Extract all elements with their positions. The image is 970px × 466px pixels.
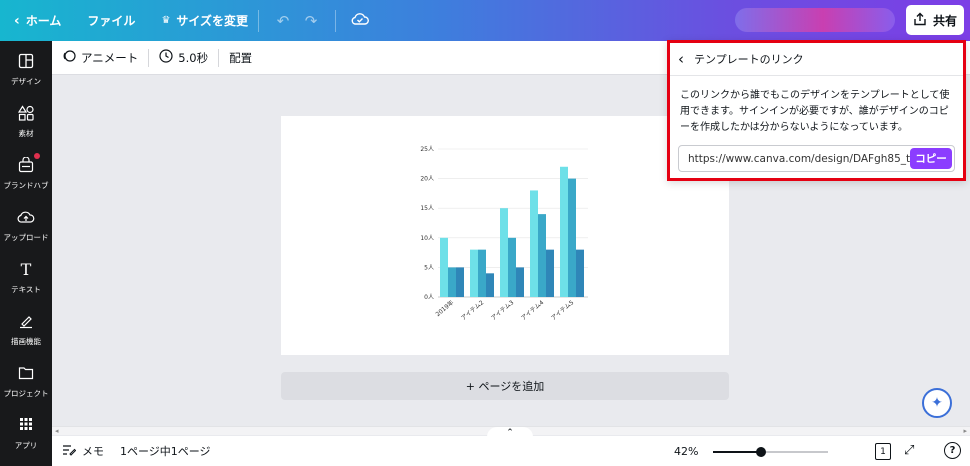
zoom-level: 42% (674, 444, 699, 458)
fullscreen-icon[interactable]: ⤢ (904, 443, 914, 458)
add-page-button[interactable]: + ページを追加 (281, 372, 729, 400)
y-tick-label: 20人 (420, 176, 434, 183)
top-bar: ‹ ホーム ファイル ♛ サイズを変更 ↶ ↷ 共有 (0, 0, 970, 41)
left-sidebar: デザイン 素材 ブランドハブ アップロード T テキスト 描画機能 プロジェクト (0, 41, 52, 466)
chart-bar (508, 237, 516, 297)
copy-button[interactable]: コピー (910, 148, 952, 169)
home-button[interactable]: ‹ ホーム (14, 0, 61, 41)
chart-bar (560, 166, 568, 297)
scroll-left-icon[interactable]: ◂ (55, 427, 59, 435)
share-button[interactable]: 共有 (906, 5, 964, 35)
zoom-slider-fill (713, 451, 762, 453)
chevron-left-icon[interactable]: ‹ (678, 50, 684, 68)
chart-bar (470, 249, 478, 297)
crown-icon: ♛ (161, 15, 171, 26)
file-menu[interactable]: ファイル (87, 0, 135, 41)
animate-icon (62, 49, 76, 66)
page-number-button[interactable]: 1 (875, 443, 891, 460)
sidebar-item-apps[interactable]: アプリ (0, 417, 52, 451)
zoom-slider-thumb[interactable] (756, 447, 767, 457)
draw-icon (18, 313, 34, 333)
notes-button[interactable]: メモ (62, 443, 104, 459)
clock-icon (159, 49, 173, 66)
y-tick-label: 25人 (420, 146, 434, 153)
divider (335, 9, 337, 32)
sidebar-item-brand-hub[interactable]: ブランドハブ (0, 153, 52, 191)
chart-bar (538, 214, 546, 297)
layout-icon (18, 53, 34, 73)
template-link-url[interactable]: https://www.canva.com/design/DAFgh85_t98… (688, 153, 927, 165)
chart-bar (486, 273, 494, 297)
chart-bar (530, 190, 538, 297)
text-icon: T (20, 260, 32, 279)
chart-bar (568, 178, 576, 297)
resize-button[interactable]: ♛ サイズを変更 (161, 0, 248, 41)
chevron-left-icon: ‹ (14, 12, 20, 29)
divider (258, 9, 260, 32)
y-tick-label: 10人 (420, 235, 434, 242)
x-tick-label: アイテム3 (490, 299, 515, 322)
chart-bar (516, 267, 524, 297)
shapes-icon (17, 105, 34, 125)
bar-chart[interactable]: 0人 5人 10人 15人 20人 25人 2019年 アイテム2 アイテム3 アイテム4 アイテム… (281, 116, 729, 355)
apps-grid-icon (19, 417, 33, 437)
popup-description: このリンクから誰でもこのデザインをテンプレートとして使用できます。サインインが必… (680, 90, 950, 133)
template-link-popup: ‹ テンプレートのリンク このリンクから誰でもこのデザインをテンプレートとして使… (667, 40, 966, 181)
folder-icon (18, 365, 34, 385)
y-tick-label: 5人 (424, 264, 434, 271)
redo-icon[interactable]: ↷ (297, 12, 325, 30)
bottom-bar: メモ 1ページ中1ページ 42% 1 ⤢ ? (52, 436, 970, 466)
chart-bar (576, 249, 584, 297)
scroll-right-icon[interactable]: ▸ (963, 427, 967, 435)
chart-bar (478, 249, 486, 297)
x-tick-label: アイテム4 (520, 299, 545, 322)
brand-icon (18, 156, 34, 177)
x-tick-label: アイテム2 (460, 299, 485, 322)
popup-header: ‹ テンプレートのリンク (670, 43, 963, 76)
user-avatars-blurred (735, 8, 895, 32)
sidebar-item-text[interactable]: T テキスト (0, 261, 52, 295)
upload-share-icon (913, 12, 927, 29)
x-tick-label: 2019年 (434, 298, 455, 318)
animate-button[interactable]: アニメート (52, 41, 148, 75)
y-tick-label: 0人 (424, 294, 434, 301)
cloud-check-icon[interactable] (346, 12, 374, 30)
sidebar-item-design[interactable]: デザイン (0, 53, 52, 87)
chart-bar (440, 237, 448, 297)
popup-title: テンプレートのリンク (694, 53, 804, 66)
notification-dot (34, 153, 40, 159)
design-page[interactable]: 0人 5人 10人 15人 20人 25人 2019年 アイテム2 アイテム3 アイテム4 アイテム… (281, 116, 729, 355)
sidebar-item-projects[interactable]: プロジェクト (0, 365, 52, 399)
sidebar-item-upload[interactable]: アップロード (0, 209, 52, 243)
duration-button[interactable]: 5.0秒 (149, 41, 218, 75)
page-count: 1ページ中1ページ (120, 445, 211, 458)
zoom-slider[interactable] (713, 447, 828, 457)
magic-assistant-button[interactable]: ✦ (922, 388, 952, 418)
x-tick-label: アイテム5 (550, 299, 575, 322)
notes-icon (62, 444, 77, 459)
template-link-field[interactable]: https://www.canva.com/design/DAFgh85_t98… (678, 145, 955, 172)
chart-bar (456, 267, 464, 297)
chart-bar (546, 249, 554, 297)
sparkle-icon: ✦ (931, 395, 943, 411)
upload-cloud-icon (17, 209, 35, 229)
chart-bar (448, 267, 456, 297)
undo-icon[interactable]: ↶ (269, 12, 297, 30)
sidebar-item-draw[interactable]: 描画機能 (0, 313, 52, 347)
chart-bar (500, 208, 508, 297)
sidebar-item-elements[interactable]: 素材 (0, 105, 52, 139)
help-button[interactable]: ? (944, 442, 961, 459)
position-button[interactable]: 配置 (219, 41, 262, 75)
y-tick-label: 15人 (420, 205, 434, 212)
